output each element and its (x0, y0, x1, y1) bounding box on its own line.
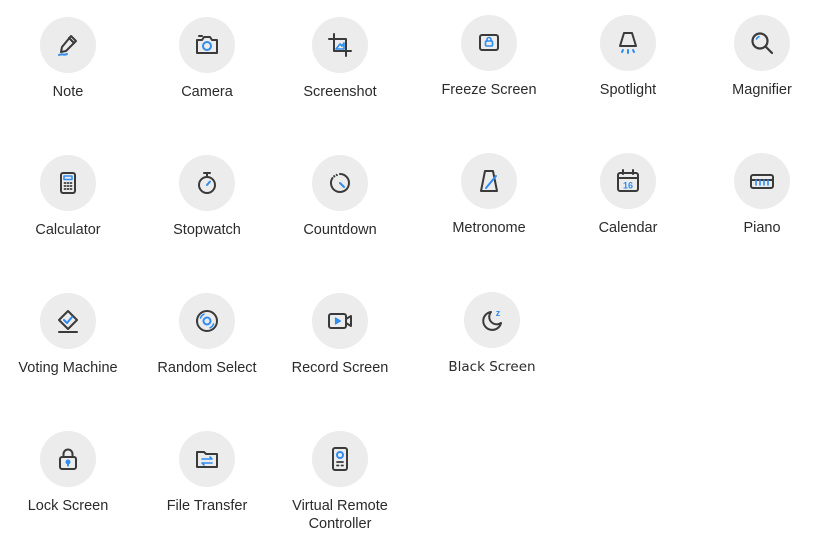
tool-label: Stopwatch (173, 222, 241, 238)
remote-controller-icon (312, 431, 368, 487)
calendar-icon: 16 (600, 153, 656, 209)
tool-virtual-remote-controller[interactable]: Virtual Remote Controller (275, 431, 405, 533)
magnifier-icon (734, 15, 790, 71)
freeze-icon (461, 15, 517, 71)
camera-icon (179, 17, 235, 73)
tool-label: Lock Screen (27, 498, 109, 514)
tool-random-select[interactable]: Random Select (142, 293, 272, 377)
tool-note[interactable]: Note (3, 17, 133, 101)
tool-voting-machine[interactable]: Voting Machine (3, 293, 133, 377)
tool-label: Camera (181, 84, 233, 100)
tool-camera[interactable]: Camera (142, 17, 272, 101)
metronome-icon (461, 153, 517, 209)
voting-icon (40, 293, 96, 349)
tool-screenshot[interactable]: Screenshot (275, 17, 405, 101)
countdown-icon (312, 155, 368, 211)
calculator-icon (40, 155, 96, 211)
lock-icon (40, 431, 96, 487)
tool-metronome[interactable]: Metronome (424, 153, 554, 237)
piano-icon (734, 153, 790, 209)
tool-label: Voting Machine (18, 360, 118, 376)
pen-icon (40, 17, 96, 73)
tool-label: Piano (743, 220, 781, 236)
tool-file-transfer[interactable]: File Transfer (142, 431, 272, 515)
crop-icon (312, 17, 368, 73)
tool-record-screen[interactable]: Record Screen (275, 293, 405, 377)
calendar-day-text: 16 (623, 181, 633, 191)
tool-spotlight[interactable]: Spotlight (563, 15, 693, 99)
tool-label: File Transfer (166, 498, 248, 514)
tool-label: Magnifier (732, 82, 792, 98)
tool-label: Record Screen (291, 360, 389, 376)
tool-label: Calendar (598, 220, 658, 236)
tool-calculator[interactable]: Calculator (3, 155, 133, 239)
tool-label: Calculator (35, 222, 101, 238)
tool-label: Countdown (303, 222, 377, 238)
tool-label: Screenshot (303, 84, 377, 100)
random-select-icon (179, 293, 235, 349)
tool-label: Virtual Remote Controller (292, 498, 388, 532)
tool-stopwatch[interactable]: Stopwatch (142, 155, 272, 239)
file-transfer-icon (179, 431, 235, 487)
record-screen-icon (312, 293, 368, 349)
tool-label: Freeze Screen (441, 82, 537, 98)
tool-label: Note (52, 84, 84, 100)
tool-label: Black Screen (448, 359, 536, 375)
tool-freeze-screen[interactable]: Freeze Screen (424, 15, 554, 99)
tool-lock-screen[interactable]: Lock Screen (3, 431, 133, 515)
tool-calendar[interactable]: 16 Calendar (563, 153, 693, 237)
moon-icon: z (464, 292, 520, 348)
tool-countdown[interactable]: Countdown (275, 155, 405, 239)
tool-piano[interactable]: Piano (697, 153, 814, 237)
stopwatch-icon (179, 155, 235, 211)
sleep-z-text: z (496, 308, 501, 318)
tool-magnifier[interactable]: Magnifier (697, 15, 814, 99)
tool-label: Metronome (452, 220, 526, 236)
tool-label: Random Select (157, 360, 257, 376)
tool-black-screen[interactable]: z Black Screen (427, 292, 557, 376)
spotlight-icon (600, 15, 656, 71)
tool-label: Spotlight (599, 82, 657, 98)
